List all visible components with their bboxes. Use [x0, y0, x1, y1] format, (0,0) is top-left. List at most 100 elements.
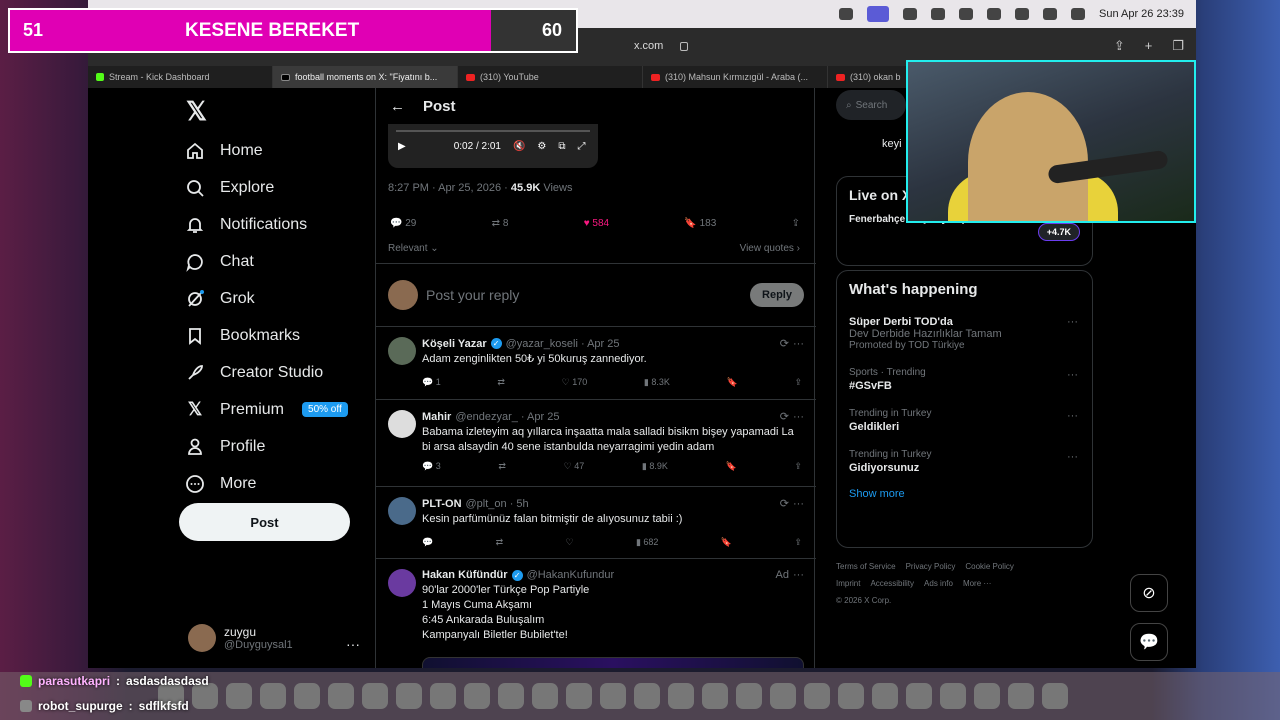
dock-app-icon[interactable] [1042, 683, 1068, 709]
ad-tweet[interactable]: Hakan Küfündür ✓ @HakanKufundur Ad ··· 90'la… [376, 559, 816, 668]
grok-icon[interactable]: ⟳ [780, 497, 789, 510]
nav-notifications[interactable]: Notifications [184, 206, 348, 243]
play-icon[interactable] [986, 8, 1001, 20]
settings-icon[interactable]: ⚙ [537, 141, 546, 152]
dock-app-icon[interactable] [872, 683, 898, 709]
more-icon[interactable]: ··· [793, 411, 804, 423]
like-action[interactable]: ♡ [566, 537, 574, 548]
keyboard-icon[interactable] [902, 8, 917, 20]
repost-action[interactable]: ⇄ [497, 377, 505, 388]
messages-fab[interactable]: 💬 [1130, 623, 1168, 661]
repost-action[interactable]: ⇄ 8 [492, 218, 509, 229]
reply-tweet[interactable]: PLT-ON @plt_on · 5h ⟳ ··· Kesin parfümünüz … [376, 487, 816, 559]
nav-more[interactable]: More [184, 465, 348, 502]
dock-app-icon[interactable] [702, 683, 728, 709]
views-action[interactable]: ▮ 8.9K [642, 461, 668, 472]
bookmark-icon[interactable]: 🔖 [726, 461, 737, 472]
dock-app-icon[interactable] [498, 683, 524, 709]
dock-app-icon[interactable] [396, 683, 422, 709]
trend-item[interactable]: Sports · Trending #GSvFB ··· [837, 359, 1092, 400]
like-action[interactable]: ♡ 47 [564, 461, 585, 472]
trend-item[interactable]: Trending in Turkey Gidiyorsunuz ··· [837, 441, 1092, 482]
trend-item[interactable]: Süper Derbi TOD'da Dev Derbide Hazırlıkl… [837, 306, 1092, 359]
nav-chat[interactable]: Chat [184, 243, 348, 280]
reply-action[interactable]: 💬 3 [422, 461, 441, 472]
back-arrow-icon[interactable]: ← [390, 98, 405, 115]
dock-app-icon[interactable] [838, 683, 864, 709]
battery-icon[interactable] [1014, 8, 1029, 20]
like-action[interactable]: ♡ 170 [562, 377, 588, 388]
dock-app-icon[interactable] [260, 683, 286, 709]
reply-action[interactable]: 💬 1 [422, 377, 441, 388]
dock-app-icon[interactable] [464, 683, 490, 709]
share-icon[interactable]: ⇪ [794, 461, 802, 472]
dock-app-icon[interactable] [668, 683, 694, 709]
dock-app-icon[interactable] [736, 683, 762, 709]
tab-youtube-mahsun[interactable]: (310) Mahsun Kırmızıgül - Araba (... [643, 66, 828, 88]
reply-tweet[interactable]: Köşeli Yazar ✓ @yazar_koseli · Apr 25 ⟳ ··· … [376, 327, 816, 400]
nav-profile[interactable]: Profile [184, 428, 348, 465]
account-more-icon[interactable]: ··· [346, 636, 360, 652]
post-button[interactable]: Post [179, 503, 350, 541]
dock-app-icon[interactable] [940, 683, 966, 709]
nav-explore[interactable]: Explore [184, 169, 348, 206]
account-switcher[interactable]: zuygu @Duyguysal1 ··· [188, 624, 360, 652]
dock-app-icon[interactable] [362, 683, 388, 709]
video-player[interactable]: ▶ 0:02 / 2:01 🔇 ⚙ ⧉ ⤢ [388, 124, 598, 168]
dock-app-icon[interactable] [974, 683, 1000, 709]
cloud-icon[interactable] [958, 8, 973, 20]
new-tab-icon[interactable]: + [1145, 38, 1153, 54]
nav-home[interactable]: Home [184, 132, 348, 169]
x-logo-icon[interactable]: 𝕏 [186, 96, 207, 127]
dock-app-icon[interactable] [804, 683, 830, 709]
grid-icon[interactable] [930, 8, 945, 20]
bookmark-action[interactable]: 🔖 183 [684, 218, 716, 229]
like-action[interactable]: ♥ 584 [584, 218, 609, 229]
more-icon[interactable]: ··· [1067, 369, 1078, 381]
dock-app-icon[interactable] [634, 683, 660, 709]
reply-action[interactable]: 💬 29 [390, 218, 416, 229]
more-icon[interactable]: ··· [793, 569, 804, 581]
share-icon[interactable]: ⇪ [1114, 38, 1125, 54]
nav-grok[interactable]: Grok [184, 280, 348, 317]
tab-youtube[interactable]: (310) YouTube [458, 66, 643, 88]
nav-bookmarks[interactable]: Bookmarks [184, 317, 348, 354]
pip-icon[interactable]: ⧉ [558, 141, 565, 152]
mute-icon[interactable]: 🔇 [513, 141, 525, 152]
clock[interactable]: Sun Apr 26 23:39 [1099, 8, 1184, 20]
reply-action[interactable]: 💬 [422, 537, 433, 548]
reply-button[interactable]: Reply [750, 283, 804, 307]
grok-fab[interactable]: ⊘ [1130, 574, 1168, 612]
share-icon[interactable]: ⇪ [792, 218, 800, 229]
views-action[interactable]: ▮ 8.3K [644, 377, 670, 388]
nav-creator-studio[interactable]: Creator Studio [184, 354, 348, 391]
url-field[interactable]: x.com [634, 40, 663, 52]
tab-x[interactable]: football moments on X: "Fiyatını b... [273, 66, 458, 88]
sort-dropdown[interactable]: Relevant ⌄ [388, 243, 439, 254]
more-icon[interactable]: ··· [1067, 410, 1078, 422]
grok-icon[interactable]: ⟳ [780, 410, 789, 423]
dock-app-icon[interactable] [600, 683, 626, 709]
reply-input[interactable]: Post your reply [426, 287, 742, 303]
more-icon[interactable]: ··· [1067, 316, 1078, 328]
more-icon[interactable]: ··· [793, 338, 804, 350]
trend-item[interactable]: Trending in Turkey Geldikleri ··· [837, 400, 1092, 441]
video-progress[interactable] [396, 130, 590, 132]
control-center-icon[interactable] [1070, 8, 1085, 20]
grok-icon[interactable]: ⟳ [780, 337, 789, 350]
views-action[interactable]: ▮ 682 [636, 537, 658, 548]
view-quotes-link[interactable]: View quotes › [740, 243, 800, 254]
search-box[interactable]: ⌕ Search [836, 90, 906, 120]
wifi-icon[interactable] [1042, 8, 1057, 20]
nav-premium[interactable]: 𝕏 Premium 50% off [184, 391, 348, 428]
dock-app-icon[interactable] [328, 683, 354, 709]
dock-app-icon[interactable] [1008, 683, 1034, 709]
more-icon[interactable]: ··· [1067, 451, 1078, 463]
dock-app-icon[interactable] [770, 683, 796, 709]
share-icon[interactable]: ⇪ [794, 537, 802, 548]
tab-kick[interactable]: Stream - Kick Dashboard [88, 66, 273, 88]
bookmark-icon[interactable]: 🔖 [727, 377, 738, 388]
status-icon[interactable] [838, 8, 853, 20]
live-listener-count[interactable]: +4.7K [1037, 223, 1080, 241]
fullscreen-icon[interactable]: ⤢ [578, 141, 586, 152]
